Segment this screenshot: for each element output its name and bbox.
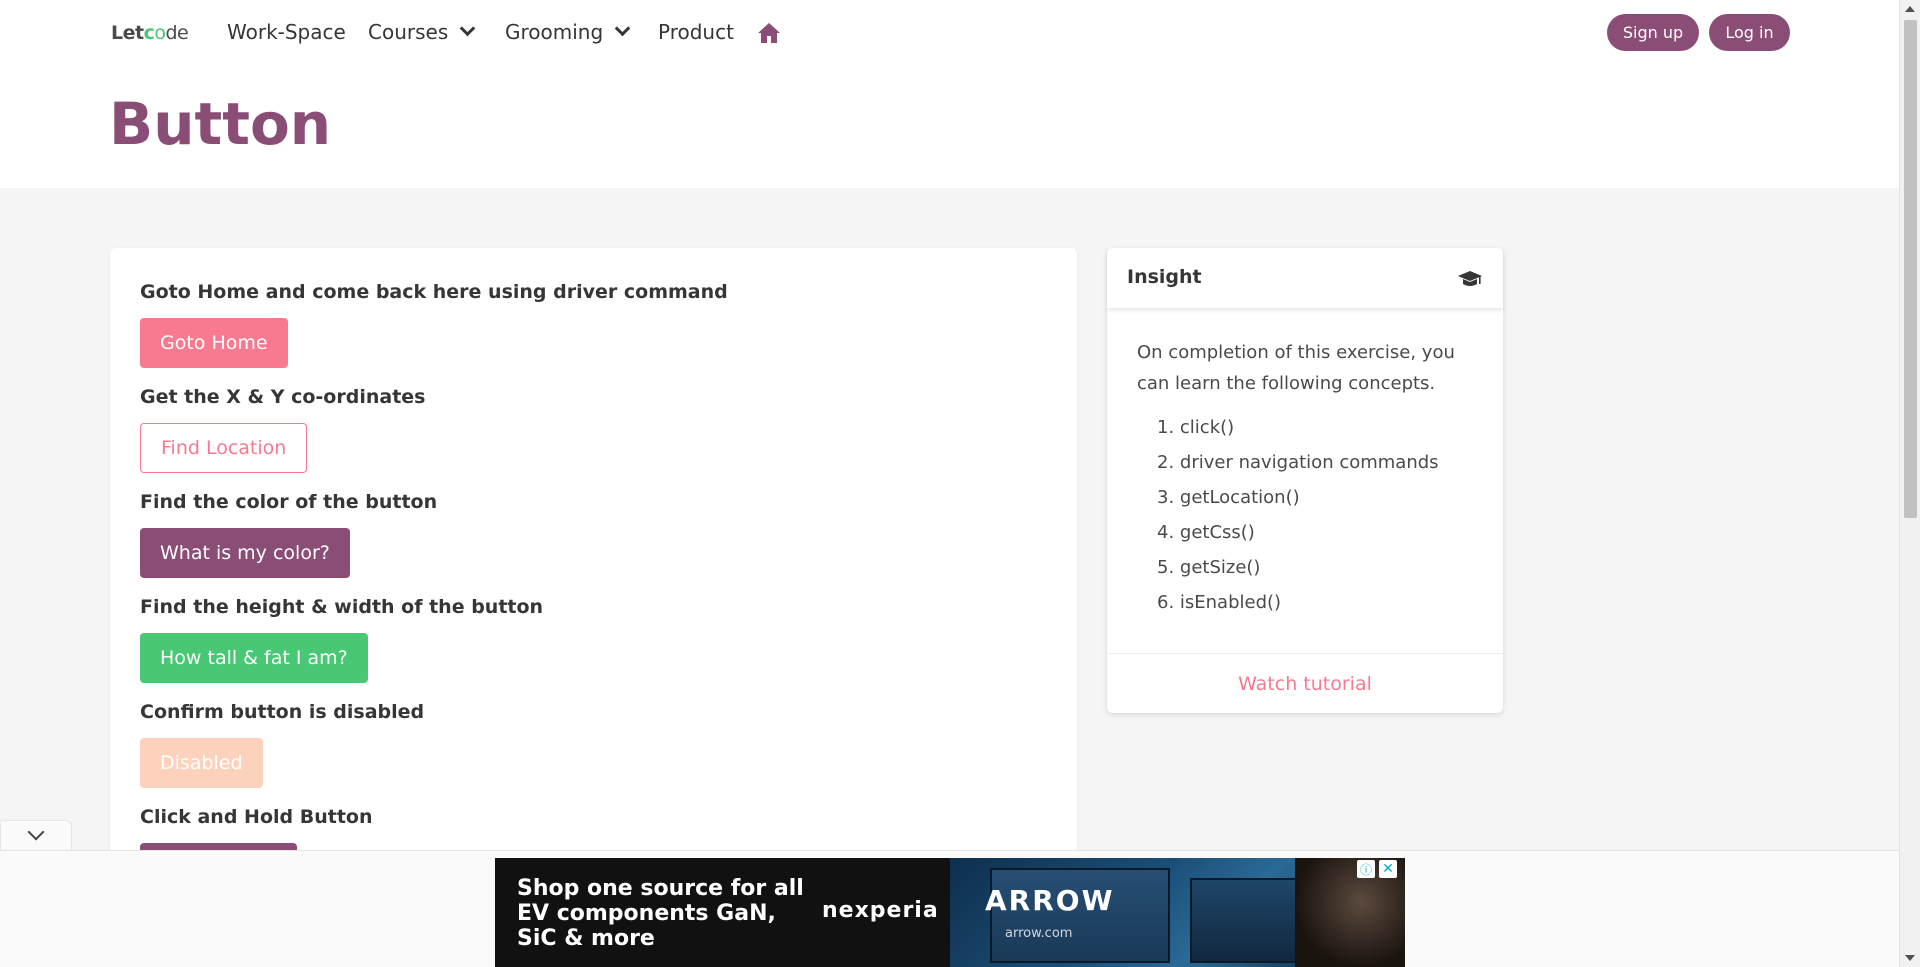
ad-collapse-toggle[interactable] <box>0 820 72 851</box>
signup-button[interactable]: Sign up <box>1607 14 1699 51</box>
insight-header: Insight <box>1107 248 1503 309</box>
watch-tutorial-link[interactable]: Watch tutorial <box>1238 673 1372 695</box>
list-item: 5. getSize() <box>1157 557 1261 578</box>
exercise-label-color: Find the color of the button <box>140 491 438 513</box>
chevron-down-icon <box>27 823 45 841</box>
ad-brand: nexperia <box>822 898 939 923</box>
concept-list: 1. click() 2. driver navigation commands… <box>1157 417 1439 627</box>
page-title: Button <box>109 90 332 158</box>
ad-banner[interactable]: Shop one source for all EV components Ga… <box>495 858 1405 967</box>
disabled-button: Disabled <box>140 738 263 788</box>
list-item: 1. click() <box>1157 417 1235 438</box>
color-button[interactable]: What is my color? <box>140 528 350 578</box>
scroll-down-icon[interactable] <box>1905 955 1915 961</box>
chevron-down-icon <box>614 20 631 36</box>
scroll-up-icon[interactable] <box>1905 6 1915 12</box>
nav-item-workspace[interactable]: Work-Space <box>227 20 346 44</box>
nav-item-product[interactable]: Product <box>658 20 734 44</box>
graduation-cap-icon <box>1458 271 1482 286</box>
login-button[interactable]: Log in <box>1709 14 1790 51</box>
ad-headline: Shop one source for all EV components Ga… <box>517 876 804 951</box>
list-item: 6. isEnabled() <box>1157 592 1282 613</box>
exercise-card: Goto Home and come back here using drive… <box>110 248 1077 868</box>
list-item: 2. driver navigation commands <box>1157 452 1439 473</box>
exercise-label-size: Find the height & width of the button <box>140 596 544 618</box>
find-location-button[interactable]: Find Location <box>140 423 308 473</box>
site-logo[interactable]: Letcode <box>111 22 189 44</box>
insight-title: Insight <box>1127 266 1202 288</box>
insight-intro: On completion of this exercise, you can … <box>1137 342 1455 394</box>
exercise-label-location: Get the X & Y co-ordinates <box>140 386 426 408</box>
chevron-down-icon <box>459 20 476 36</box>
page-scrollbar[interactable] <box>1899 0 1920 967</box>
insight-card: Insight On completion of this exercise, … <box>1107 248 1503 713</box>
size-button[interactable]: How tall & fat I am? <box>140 633 368 683</box>
page-header: Button <box>0 64 1899 188</box>
list-item: 4. getCss() <box>1157 522 1255 543</box>
list-item: 3. getLocation() <box>1157 487 1300 508</box>
exercise-label-goto-home: Goto Home and come back here using drive… <box>140 281 728 303</box>
nav-item-courses[interactable]: Courses <box>368 20 476 44</box>
ad-info-icon[interactable]: ⓘ <box>1357 860 1375 878</box>
goto-home-button[interactable]: Goto Home <box>140 318 288 368</box>
insight-footer: Watch tutorial <box>1107 653 1503 713</box>
home-icon[interactable] <box>757 22 781 44</box>
exercise-label-disabled: Confirm button is disabled <box>140 701 425 723</box>
ad-logo: ARROW <box>985 884 1115 917</box>
exercise-label-hold: Click and Hold Button <box>140 806 373 828</box>
ad-close-icon[interactable]: ✕ <box>1379 860 1397 878</box>
top-navbar: Letcode Work-Space Courses Grooming Prod… <box>0 0 1899 64</box>
nav-item-grooming[interactable]: Grooming <box>505 20 631 44</box>
ad-url: arrow.com <box>1005 926 1073 941</box>
scrollbar-thumb[interactable] <box>1904 20 1917 518</box>
